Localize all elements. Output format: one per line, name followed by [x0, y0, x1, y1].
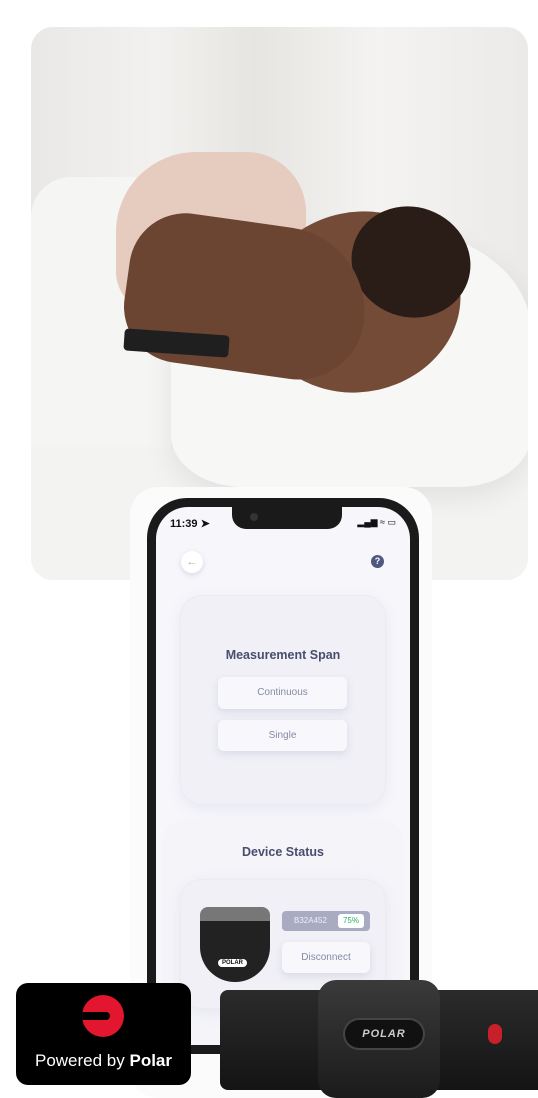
signal-wifi-battery-icon: ▂▄▆ ≈ ▭ — [357, 517, 396, 527]
status-time: 11:39 ➤ — [170, 518, 210, 530]
battery-level: 75% — [337, 914, 364, 928]
chest-strap-image: POLAR — [200, 907, 270, 982]
phone-mockup: 11:39 ➤ ▂▄▆ ≈ ▭ ← ? Measurement Span Con… — [147, 498, 419, 1054]
powered-by-polar-badge: Powered by Polar — [16, 983, 191, 1085]
camera-icon — [250, 513, 258, 521]
device-logo: POLAR — [218, 959, 247, 967]
continuous-button[interactable]: Continuous — [218, 677, 347, 709]
brand-name: Polar — [129, 1051, 173, 1070]
powered-by-prefix: Powered by — [34, 1051, 130, 1070]
device-id-badge: B32A452 75% — [282, 911, 370, 931]
strap-logo: POLAR — [345, 1020, 423, 1048]
measurement-span-title: Measurement Span — [225, 648, 341, 662]
polar-sensor-pod: POLAR — [318, 980, 440, 1098]
measurement-span-card: Measurement Span Continuous Single — [180, 595, 386, 805]
device-id: B32A452 — [294, 916, 327, 925]
disconnect-button[interactable]: Disconnect — [282, 942, 370, 973]
polar-logo-icon — [82, 995, 124, 1037]
powered-by-text: Powered by Polar — [16, 1051, 191, 1071]
device-status-title: Device Status — [242, 845, 324, 859]
polar-red-mark-icon — [488, 1024, 502, 1044]
phone-screen: 11:39 ➤ ▂▄▆ ≈ ▭ ← ? Measurement Span Con… — [156, 507, 410, 1045]
single-button[interactable]: Single — [218, 720, 347, 751]
back-arrow-icon[interactable]: ← — [181, 551, 203, 573]
help-icon[interactable]: ? — [371, 555, 384, 568]
notch — [232, 507, 342, 529]
